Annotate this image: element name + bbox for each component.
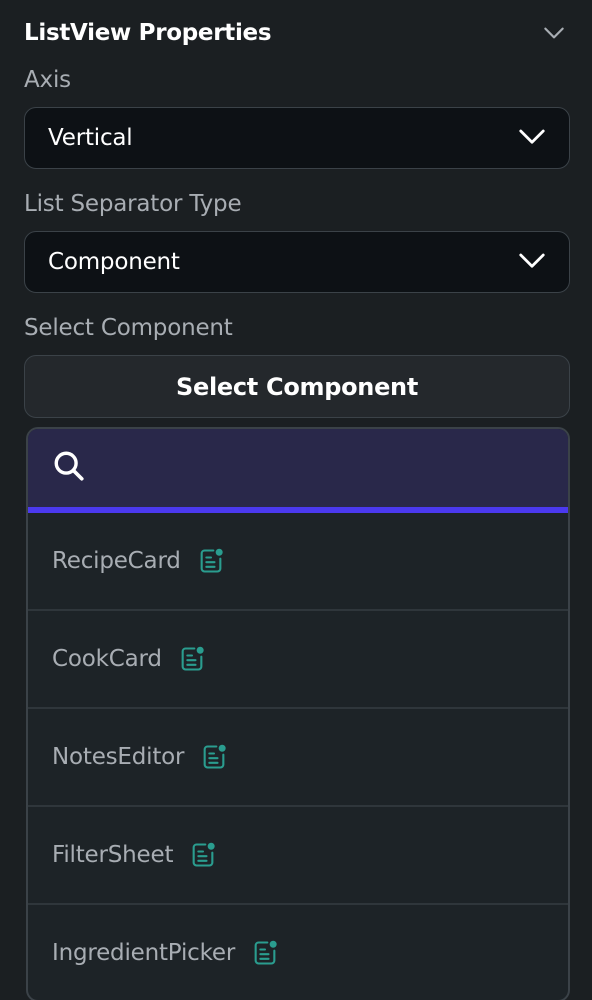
component-icon (197, 547, 225, 575)
separator-type-dropdown[interactable]: Component (24, 231, 570, 293)
component-icon (178, 645, 206, 673)
search-icon (52, 449, 86, 487)
component-icon (189, 841, 217, 869)
section-title: ListView Properties (24, 20, 272, 46)
separator-type-label: List Separator Type (24, 191, 242, 217)
component-list: RecipeCard CookCard NotesEditor FilterSheet… (28, 513, 568, 1000)
chevron-down-icon[interactable] (540, 19, 568, 47)
axis-dropdown[interactable]: Vertical (24, 107, 570, 169)
listview-properties-panel: ListView Properties Axis Vertical List S… (0, 0, 592, 1000)
component-icon (200, 743, 228, 771)
component-search-bar[interactable] (28, 429, 568, 513)
component-list-item-label: RecipeCard (52, 548, 181, 574)
component-list-item[interactable]: RecipeCard (28, 513, 568, 611)
component-icon (251, 939, 279, 967)
separator-type-value: Component (48, 249, 180, 275)
component-list-item-label: IngredientPicker (52, 940, 236, 966)
component-list-item[interactable]: IngredientPicker (28, 905, 568, 1000)
select-component-button[interactable]: Select Component (24, 355, 570, 418)
select-component-button-label: Select Component (175, 372, 419, 401)
component-list-item-label: FilterSheet (52, 842, 174, 868)
chevron-down-icon (517, 121, 547, 155)
section-header[interactable]: ListView Properties (24, 14, 568, 52)
component-list-item-label: CookCard (52, 646, 162, 672)
axis-value: Vertical (48, 125, 133, 151)
axis-label: Axis (24, 67, 71, 93)
component-picker: RecipeCard CookCard NotesEditor FilterSheet… (26, 427, 570, 1000)
component-search-input[interactable] (100, 437, 568, 499)
component-list-item[interactable]: FilterSheet (28, 807, 568, 905)
component-list-item[interactable]: CookCard (28, 611, 568, 709)
component-list-item-label: NotesEditor (52, 744, 185, 770)
chevron-down-icon (517, 245, 547, 279)
component-list-item[interactable]: NotesEditor (28, 709, 568, 807)
select-component-label: Select Component (24, 315, 233, 341)
